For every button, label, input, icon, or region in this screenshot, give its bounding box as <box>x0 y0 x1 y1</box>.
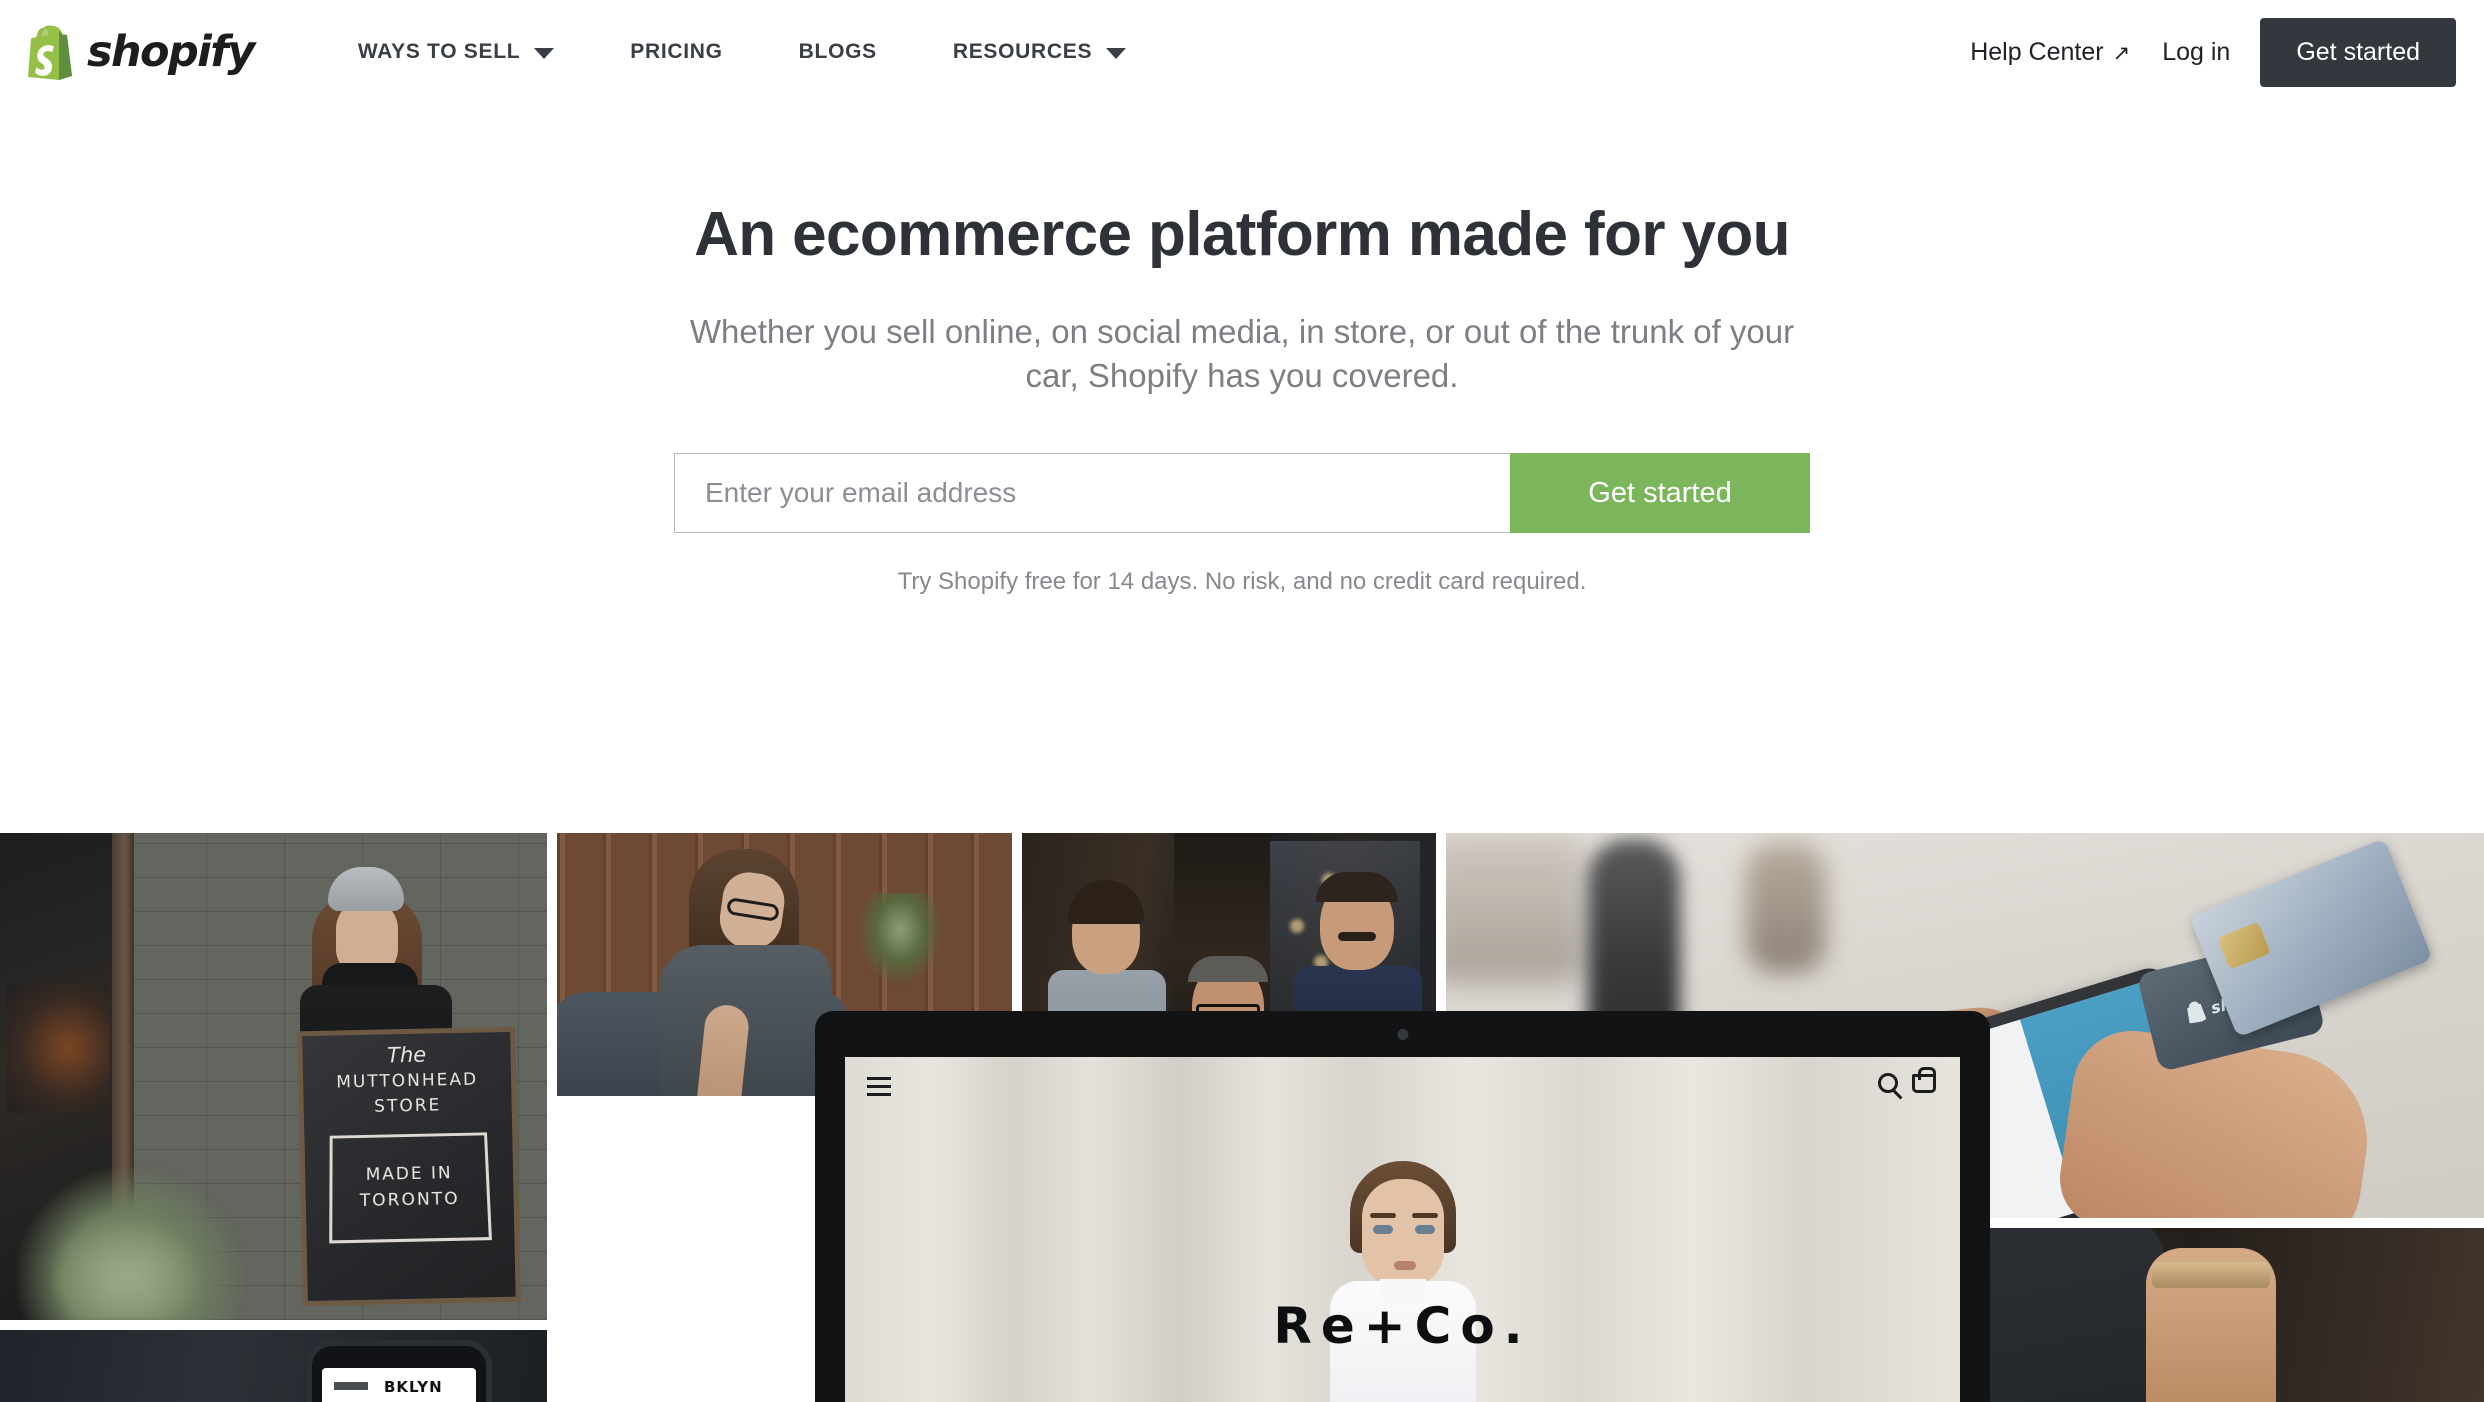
chevron-down-icon <box>534 47 555 59</box>
eyebrow <box>1411 1213 1438 1218</box>
nav-label: WAYS TO SELL <box>357 40 521 63</box>
chevron-down-icon <box>1106 47 1127 59</box>
chalkboard-sign-photo: The MUTTONHEAD STORE MADE IN TORONTO <box>0 833 547 1320</box>
site-header: shopify WAYS TO SELL PRICING BLOGS RESOU… <box>0 0 2484 104</box>
moustache <box>1338 932 1376 941</box>
lips <box>1393 1261 1416 1270</box>
beanie-hat <box>328 867 404 911</box>
nav-item-ways-to-sell[interactable]: WAYS TO SELL <box>320 40 592 64</box>
phone-device: BKLYN <box>306 1340 492 1402</box>
menu-bar-icon <box>334 1382 368 1390</box>
chalkboard-line-2: MUTTONHEAD <box>336 1069 479 1093</box>
nav-item-resources[interactable]: RESOURCES <box>915 40 1164 64</box>
eye <box>1372 1225 1393 1234</box>
chalkboard-line-3: STORE <box>373 1095 442 1117</box>
email-signup-form: Get started <box>674 453 1810 534</box>
header-get-started-button[interactable]: Get started <box>2260 17 2456 87</box>
chalkboard-badge-line-2: TORONTO <box>359 1189 460 1212</box>
shopify-wordmark: shopify <box>87 26 255 77</box>
shrub-planter <box>16 1166 246 1320</box>
external-link-arrow-icon: ↗ <box>2112 41 2131 65</box>
primary-navigation: WAYS TO SELL PRICING BLOGS RESOURCES <box>320 40 1164 64</box>
potted-plant <box>857 893 943 985</box>
shopping-cart-icon[interactable] <box>1912 1066 1936 1093</box>
laptop-mockup: Re+Co. <box>815 1011 1990 1402</box>
merchant-figure <box>649 849 831 1096</box>
search-icon[interactable] <box>1878 1073 1898 1093</box>
background-blur <box>1446 833 1586 983</box>
window-reflection <box>6 983 110 1113</box>
trial-fineprint: Try Shopify free for 14 days. No risk, a… <box>897 568 1587 596</box>
hair <box>1188 956 1268 982</box>
help-center-label: Help Center <box>1970 37 2104 66</box>
hamburger-menu-icon[interactable] <box>867 1077 891 1101</box>
hero-section: An ecommerce platform made for you Wheth… <box>0 104 2484 597</box>
chalkboard-badge: MADE IN TORONTO <box>329 1132 492 1244</box>
chalkboard-line-1: The <box>386 1042 427 1068</box>
chalkboard-badge-line-1: MADE IN <box>365 1163 453 1186</box>
nav-label: BLOGS <box>798 40 877 63</box>
nav-label: PRICING <box>630 40 723 63</box>
background-blur <box>1746 843 1826 973</box>
hero-get-started-button[interactable]: Get started <box>1510 453 1810 534</box>
email-input[interactable] <box>674 453 1510 534</box>
nav-label: RESOURCES <box>952 40 1093 63</box>
bracelet <box>2152 1262 2270 1288</box>
phone-mockup-photo: BKLYN <box>0 1330 547 1402</box>
hero-subtitle: Whether you sell online, on social media… <box>689 313 1795 394</box>
nav-item-pricing[interactable]: PRICING <box>592 40 760 64</box>
shopify-bag-icon <box>28 25 72 80</box>
hair <box>1068 880 1144 924</box>
login-link[interactable]: Log in <box>2162 38 2260 67</box>
hair <box>1316 872 1398 902</box>
shopify-logo[interactable]: shopify <box>26 24 255 80</box>
eyebrow <box>1369 1213 1396 1218</box>
help-center-link[interactable]: Help Center ↗ <box>1970 38 2162 67</box>
chalkboard-sign: The MUTTONHEAD STORE MADE IN TORONTO <box>297 1026 521 1307</box>
phone-screen: BKLYN <box>322 1368 476 1402</box>
shopify-bag-icon <box>2187 1001 2207 1024</box>
laptop-bezel: Re+Co. <box>815 1011 1990 1402</box>
online-store-preview: Re+Co. <box>845 1057 1960 1402</box>
nav-item-blogs[interactable]: BLOGS <box>761 40 915 64</box>
eye <box>1414 1225 1435 1234</box>
webcam-icon <box>1397 1029 1408 1040</box>
mobile-store-brand: BKLYN <box>384 1378 443 1396</box>
header-actions: Help Center ↗ Log in Get started <box>1970 0 2456 104</box>
store-brand-wordmark: Re+Co. <box>1273 1297 1532 1355</box>
store-header-icons <box>1878 1066 1936 1093</box>
page-title: An ecommerce platform made for you <box>694 200 1790 269</box>
model-photo <box>1328 1161 1478 1402</box>
